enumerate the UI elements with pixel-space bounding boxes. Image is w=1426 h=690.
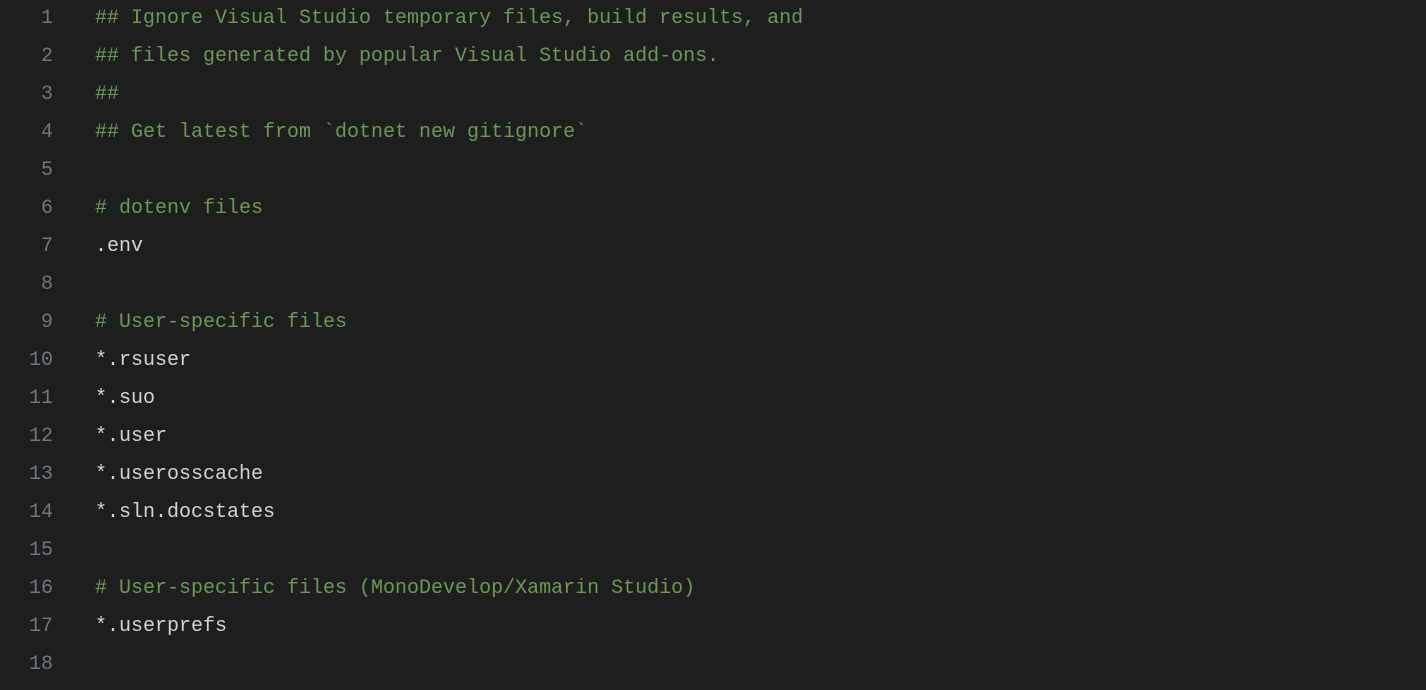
line-number: 14 — [0, 494, 53, 532]
code-line[interactable]: *.user — [95, 418, 1426, 456]
line-number: 13 — [0, 456, 53, 494]
line-number: 16 — [0, 570, 53, 608]
code-line[interactable]: ## Ignore Visual Studio temporary files,… — [95, 0, 1426, 38]
line-number: 3 — [0, 76, 53, 114]
line-number: 2 — [0, 38, 53, 76]
line-number: 8 — [0, 266, 53, 304]
code-line[interactable]: *.rsuser — [95, 342, 1426, 380]
line-number: 9 — [0, 304, 53, 342]
text-token: *.userosscache — [95, 463, 263, 486]
line-number: 6 — [0, 190, 53, 228]
code-line[interactable]: ## Get latest from `dotnet new gitignore… — [95, 114, 1426, 152]
code-line[interactable]: ## files generated by popular Visual Stu… — [95, 38, 1426, 76]
comment-token: ## files generated by popular Visual Stu… — [95, 45, 719, 68]
code-editor[interactable]: 123456789101112131415161718 ## Ignore Vi… — [0, 0, 1426, 690]
text-token: .env — [95, 235, 143, 258]
code-line[interactable]: # dotenv files — [95, 190, 1426, 228]
text-token: *.sln.docstates — [95, 501, 275, 524]
text-token: *.rsuser — [95, 349, 191, 372]
comment-token: ## — [95, 83, 119, 106]
text-token: *.suo — [95, 387, 155, 410]
code-line[interactable]: ## — [95, 76, 1426, 114]
code-content[interactable]: ## Ignore Visual Studio temporary files,… — [75, 0, 1426, 690]
code-line[interactable] — [95, 266, 1426, 304]
line-number: 12 — [0, 418, 53, 456]
line-number: 7 — [0, 228, 53, 266]
code-line[interactable]: .env — [95, 228, 1426, 266]
text-token: *.user — [95, 425, 167, 448]
line-number-gutter: 123456789101112131415161718 — [0, 0, 75, 690]
line-number: 17 — [0, 608, 53, 646]
comment-token: # User-specific files — [95, 311, 347, 334]
code-line[interactable] — [95, 532, 1426, 570]
line-number: 10 — [0, 342, 53, 380]
line-number: 1 — [0, 0, 53, 38]
code-line[interactable]: *.sln.docstates — [95, 494, 1426, 532]
comment-token: # dotenv files — [95, 197, 263, 220]
code-line[interactable]: *.suo — [95, 380, 1426, 418]
code-line[interactable]: *.userprefs — [95, 608, 1426, 646]
comment-token: ## Ignore Visual Studio temporary files,… — [95, 7, 803, 30]
line-number: 5 — [0, 152, 53, 190]
comment-token: # User-specific files (MonoDevelop/Xamar… — [95, 577, 695, 600]
line-number: 18 — [0, 646, 53, 684]
code-line[interactable]: *.userosscache — [95, 456, 1426, 494]
code-line[interactable] — [95, 646, 1426, 684]
code-line[interactable]: # User-specific files (MonoDevelop/Xamar… — [95, 570, 1426, 608]
line-number: 11 — [0, 380, 53, 418]
code-line[interactable] — [95, 152, 1426, 190]
code-line[interactable]: # User-specific files — [95, 304, 1426, 342]
comment-token: ## Get latest from `dotnet new gitignore… — [95, 121, 587, 144]
line-number: 15 — [0, 532, 53, 570]
line-number: 4 — [0, 114, 53, 152]
text-token: *.userprefs — [95, 615, 227, 638]
